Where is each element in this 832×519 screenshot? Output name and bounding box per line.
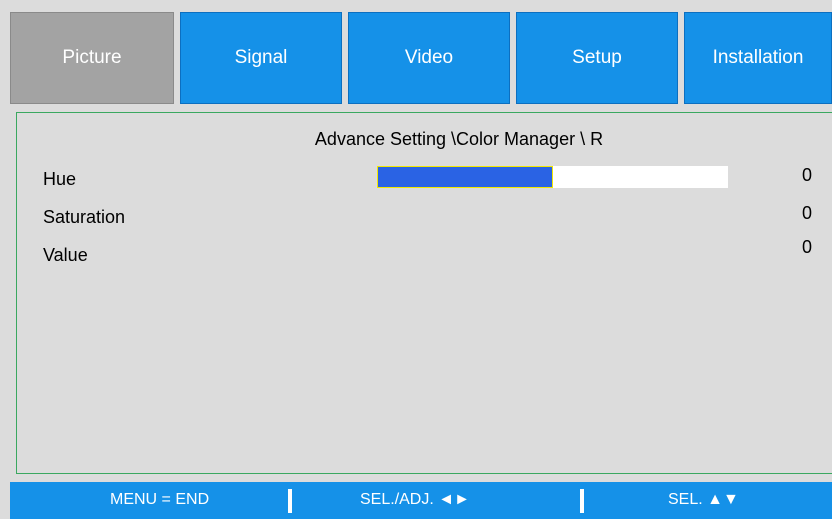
tab-video[interactable]: Video [348,12,510,104]
tab-label: Video [404,47,454,68]
hue-slider[interactable] [377,166,728,188]
setting-value-hue: 0 [801,165,812,185]
setting-label-hue[interactable]: Hue [43,169,76,190]
setting-value-saturation: 0 [801,203,812,223]
select-hint: SEL. ▲▼ [668,491,739,508]
menu-tabs: Picture Signal Video Setup Installation [0,0,832,112]
breadcrumb: Advance Setting \Color Manager \ R [314,129,604,149]
tab-picture[interactable]: Picture [10,12,174,104]
footer-separator [288,489,292,513]
hue-slider-fill [377,166,553,188]
tab-installation[interactable]: Installation [684,12,832,104]
setting-value-value: 0 [801,237,812,257]
menu-end-hint: MENU = END [110,491,210,508]
setting-label-value[interactable]: Value [43,245,88,266]
tab-label: Setup [572,47,622,68]
tab-label: Signal [234,47,288,68]
settings-panel: Advance Setting \Color Manager \ R Hue 0… [16,112,832,474]
tab-label: Installation [712,47,804,68]
tab-label: Picture [62,47,122,68]
select-adjust-hint: SEL./ADJ. ◄► [360,491,470,508]
tab-signal[interactable]: Signal [180,12,342,104]
tab-setup[interactable]: Setup [516,12,678,104]
setting-label-saturation[interactable]: Saturation [43,207,125,228]
footer-hint-bar: MENU = END SEL./ADJ. ◄► SEL. ▲▼ [10,482,832,519]
osd-menu: Picture Signal Video Setup Installation … [0,0,832,519]
footer-separator [580,489,584,513]
